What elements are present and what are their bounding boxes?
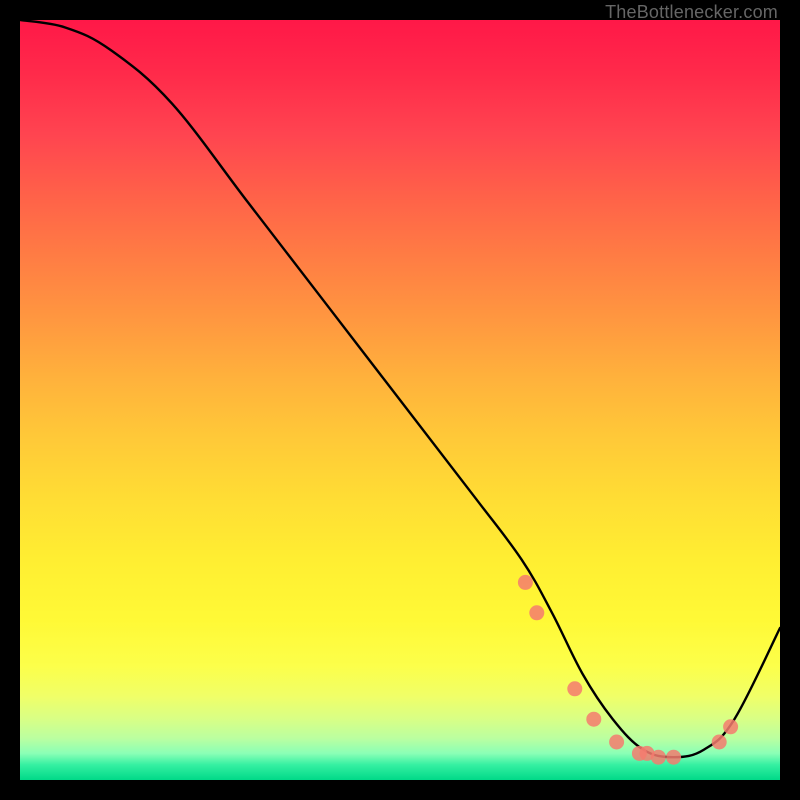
gradient-plot-area	[20, 20, 780, 780]
marker-dot	[609, 735, 624, 750]
marker-dot	[666, 750, 681, 765]
marker-dot	[651, 750, 666, 765]
marker-dot	[723, 719, 738, 734]
marker-dot	[529, 605, 544, 620]
marker-dot	[567, 681, 582, 696]
outer-frame: TheBottlenecker.com	[0, 0, 800, 800]
marker-dot	[712, 735, 727, 750]
marker-dot	[586, 712, 601, 727]
chart-svg	[20, 20, 780, 780]
bottleneck-curve	[20, 20, 780, 757]
marker-dot	[518, 575, 533, 590]
